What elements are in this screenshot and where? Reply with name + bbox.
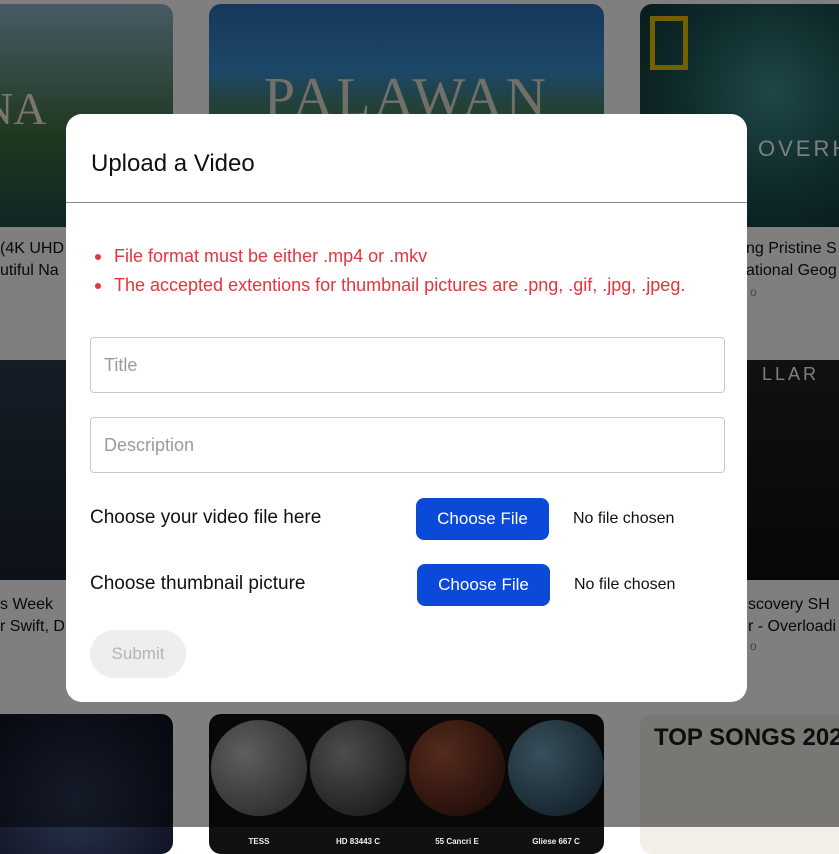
submit-button[interactable]: Submit (90, 630, 186, 678)
thumbnail-file-label: Choose thumbnail picture (90, 573, 306, 594)
thumbnail-file-status: No file chosen (574, 576, 676, 593)
title-input[interactable] (90, 337, 725, 393)
error-message: The accepted extentions for thumbnail pi… (94, 271, 685, 300)
error-list: File format must be either .mp4 or .mkv … (94, 242, 685, 300)
upload-video-modal: Upload a Video File format must be eithe… (66, 114, 747, 702)
video-file-label: Choose your video file here (90, 507, 322, 528)
choose-thumbnail-file-button[interactable]: Choose File (417, 564, 550, 606)
planet-label: HD 83443 C (335, 837, 381, 846)
error-message: File format must be either .mp4 or .mkv (94, 242, 685, 271)
planet-label: Gliese 667 C (532, 837, 580, 846)
video-file-status: No file chosen (573, 510, 675, 527)
modal-header: Upload a Video (66, 114, 747, 203)
planet-label: 55 Cancri E (435, 837, 479, 846)
planet-label: TESS (248, 837, 270, 846)
description-input[interactable] (90, 417, 725, 473)
modal-title: Upload a Video (91, 150, 255, 177)
choose-video-file-button[interactable]: Choose File (416, 498, 549, 540)
